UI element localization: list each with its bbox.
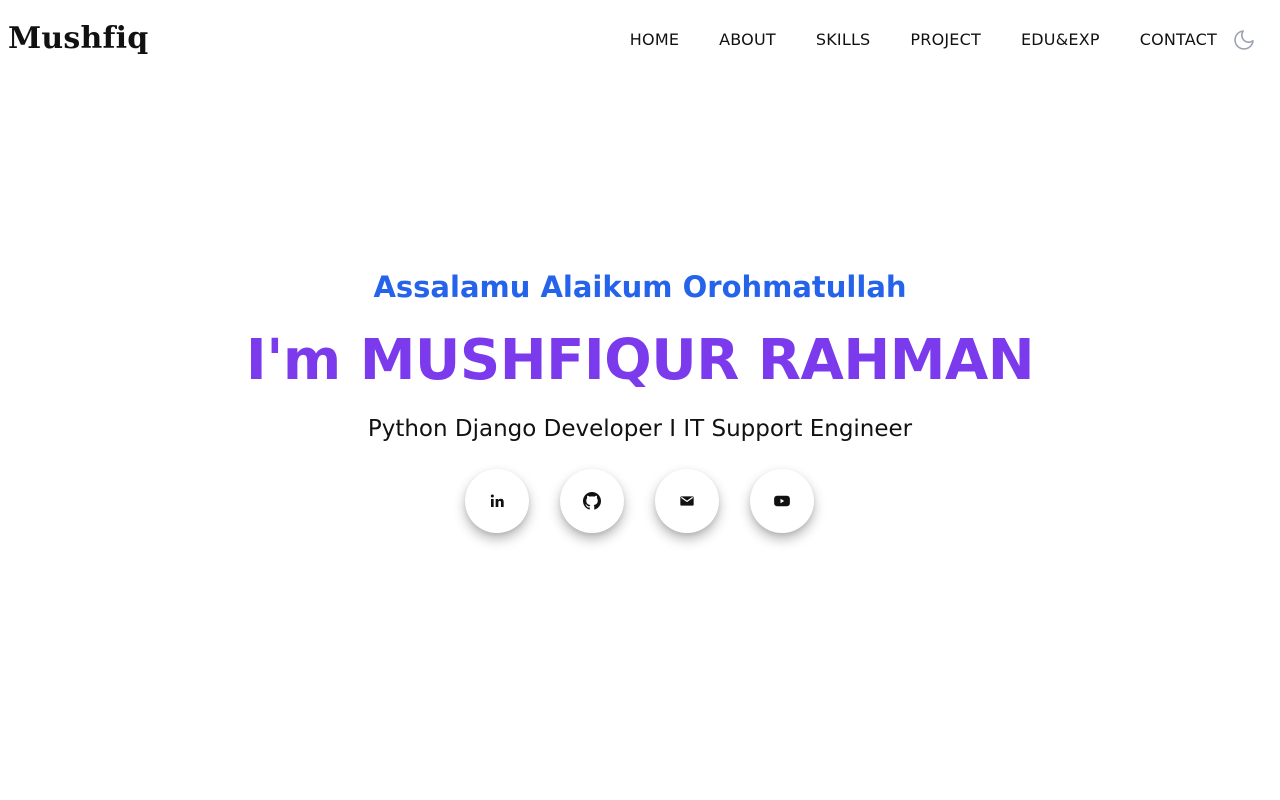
nav-link-home[interactable]: HOME <box>630 30 679 49</box>
linkedin-button[interactable] <box>465 469 529 533</box>
nav-menu: HOME ABOUT SKILLS PROJECT EDU&EXP CONTAC… <box>630 29 1217 51</box>
nav-link-about[interactable]: ABOUT <box>719 30 776 49</box>
mail-icon <box>680 496 694 506</box>
top-navbar: Mushfiq HOME ABOUT SKILLS PROJECT EDU&EX… <box>0 0 1280 80</box>
linkedin-icon <box>490 494 504 507</box>
email-button[interactable] <box>655 469 719 533</box>
nav-link-contact[interactable]: CONTACT <box>1140 30 1217 49</box>
social-links <box>465 469 814 533</box>
github-button[interactable] <box>560 469 624 533</box>
nav-item-project: PROJECT <box>910 29 981 51</box>
theme-toggle-button[interactable] <box>1232 28 1256 52</box>
github-icon <box>583 492 601 510</box>
moon-icon <box>1234 30 1254 50</box>
hero-subtitle: Python Django Developer I IT Support Eng… <box>367 416 913 442</box>
nav-link-project[interactable]: PROJECT <box>910 30 981 49</box>
nav-item-edu-exp: EDU&EXP <box>1021 29 1100 51</box>
nav-item-contact: CONTACT <box>1140 29 1217 51</box>
youtube-icon <box>774 495 790 507</box>
hero-title: I'm MUSHFIQUR RAHMAN <box>245 328 1035 393</box>
brand-logo[interactable]: Mushfiq <box>8 18 148 60</box>
nav-item-about: ABOUT <box>719 29 776 51</box>
youtube-button[interactable] <box>750 469 814 533</box>
hero-greeting: Assalamu Alaikum Orohmatullah <box>373 270 907 304</box>
nav-link-edu-exp[interactable]: EDU&EXP <box>1021 30 1100 49</box>
nav-link-skills[interactable]: SKILLS <box>816 30 871 49</box>
hero-section: Assalamu Alaikum Orohmatullah I'm MUSHFI… <box>0 0 1280 800</box>
nav-item-skills: SKILLS <box>816 29 871 51</box>
nav-item-home: HOME <box>630 29 679 51</box>
